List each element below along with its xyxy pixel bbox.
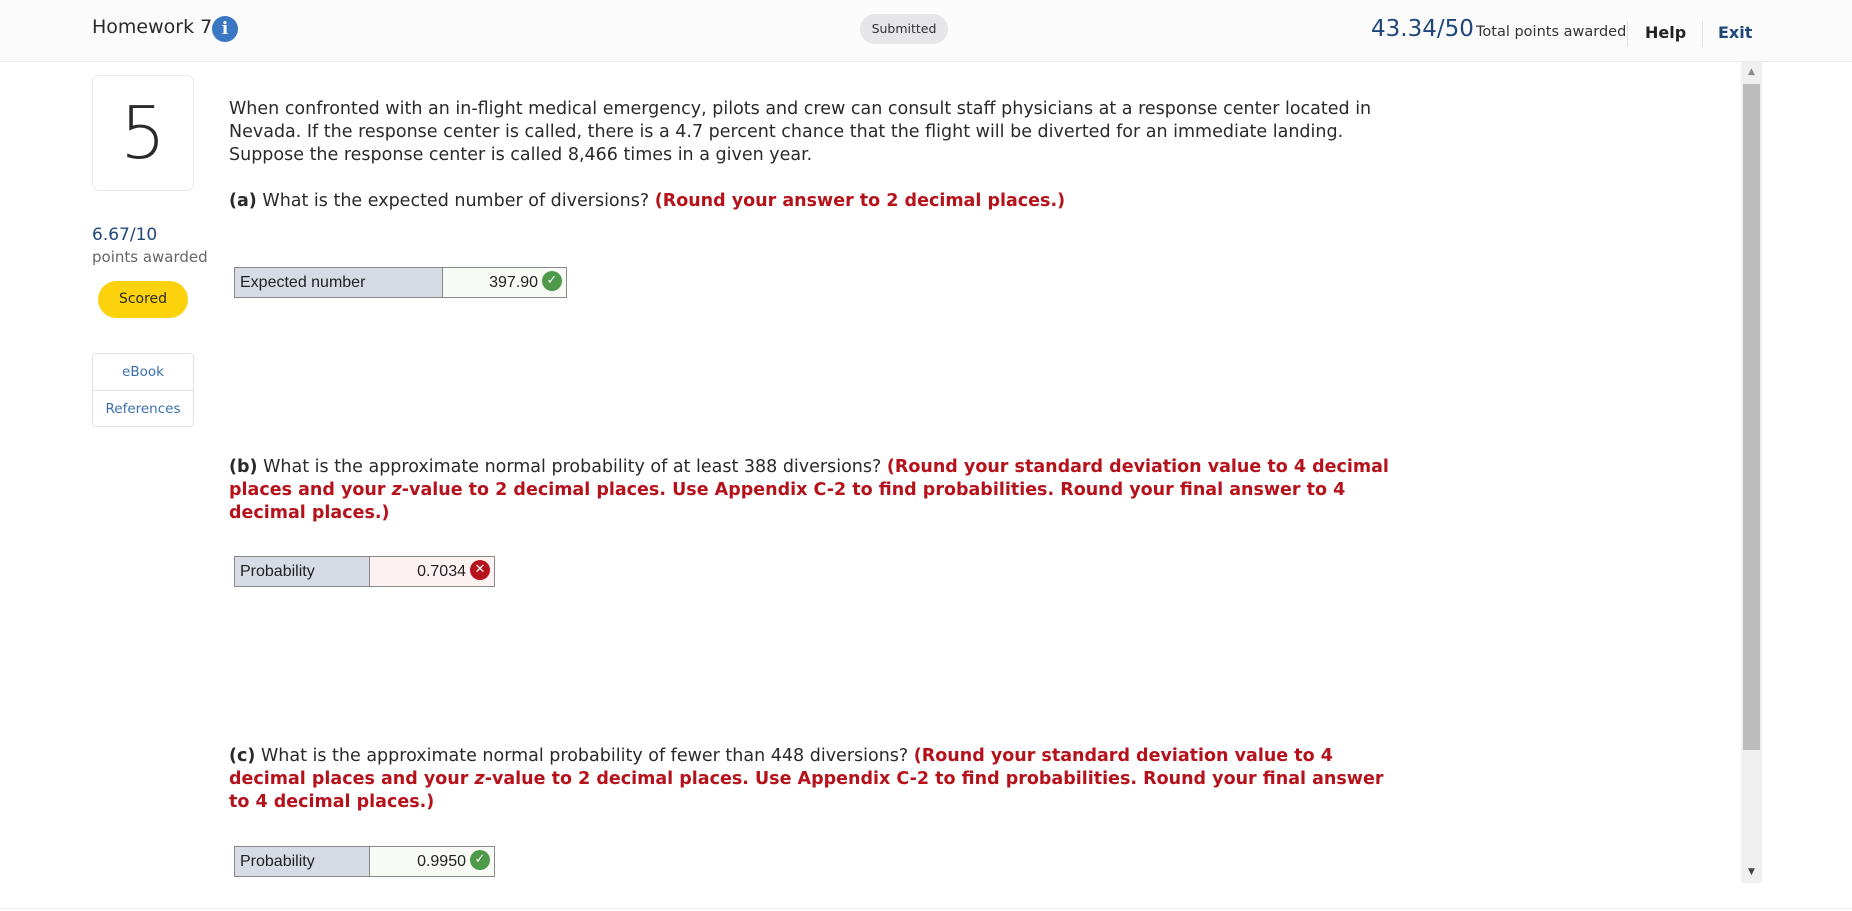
answer-label: Probability [234, 556, 370, 587]
scroll-up-arrow-icon[interactable]: ▲ [1741, 62, 1762, 82]
answer-label: Expected number [234, 267, 443, 298]
part-b-answer-table: Probability 0.7034 ✕ [234, 556, 495, 587]
part-a-question: (a) What is the expected number of diver… [229, 190, 1409, 213]
part-a-text: What is the expected number of diversion… [262, 191, 650, 211]
answer-value: 0.7034 [417, 562, 466, 580]
question-prompt: When confronted with an in-flight medica… [229, 99, 1372, 165]
divider [1627, 21, 1628, 47]
assignment-title: Homework 7 [92, 16, 213, 38]
total-score: 43.34/50 [1371, 16, 1474, 42]
answer-label: Probability [234, 846, 370, 877]
part-a-hint: (Round your answer to 2 decimal places.) [654, 191, 1066, 211]
part-a-label: (a) [229, 191, 257, 211]
info-icon[interactable]: i [212, 16, 238, 42]
help-link[interactable]: Help [1645, 23, 1686, 42]
part-b-question: (b) What is the approximate normal proba… [229, 456, 1409, 525]
check-circle-icon: ✓ [470, 849, 490, 870]
divider [1702, 21, 1703, 47]
part-c-label: (c) [229, 746, 256, 766]
question-points: 6.67/10 [92, 225, 158, 245]
answer-field: 0.9950 ✓ [369, 846, 495, 877]
scrollbar-thumb[interactable] [1743, 84, 1760, 750]
table-row: Probability 0.9950 ✓ [234, 846, 495, 877]
top-header: Homework 7 i Submitted 43.34/50 Total po… [0, 0, 1852, 62]
part-c-answer-table: Probability 0.9950 ✓ [234, 846, 495, 877]
answer-field: 397.90 ✓ [442, 267, 567, 298]
resources-panel: eBook References [92, 353, 194, 427]
part-a-answer-table: Expected number 397.90 ✓ [234, 267, 567, 298]
submitted-status-badge: Submitted [860, 14, 948, 44]
divider [0, 908, 1852, 909]
table-row: Expected number 397.90 ✓ [234, 267, 567, 298]
answer-value: 0.9950 [417, 852, 466, 870]
table-row: Probability 0.7034 ✕ [234, 556, 495, 587]
answer-field: 0.7034 ✕ [369, 556, 495, 587]
answer-value: 397.90 [489, 273, 538, 291]
part-b-text: What is the approximate normal probabili… [263, 457, 882, 477]
ebook-link[interactable]: eBook [93, 354, 193, 390]
check-circle-icon: ✓ [542, 270, 562, 291]
total-score-label: Total points awarded [1476, 24, 1627, 40]
part-c-text: What is the approximate normal probabili… [260, 746, 909, 766]
x-circle-icon: ✕ [470, 559, 490, 580]
question-number: 5 [92, 75, 194, 191]
part-b-label: (b) [229, 457, 258, 477]
scored-status-badge: Scored [98, 281, 188, 318]
scroll-down-arrow-icon[interactable]: ▼ [1741, 862, 1762, 882]
question-points-label: points awarded [92, 248, 208, 266]
exit-link[interactable]: Exit [1718, 23, 1752, 42]
references-link[interactable]: References [93, 390, 193, 426]
part-c-question: (c) What is the approximate normal proba… [229, 745, 1409, 814]
